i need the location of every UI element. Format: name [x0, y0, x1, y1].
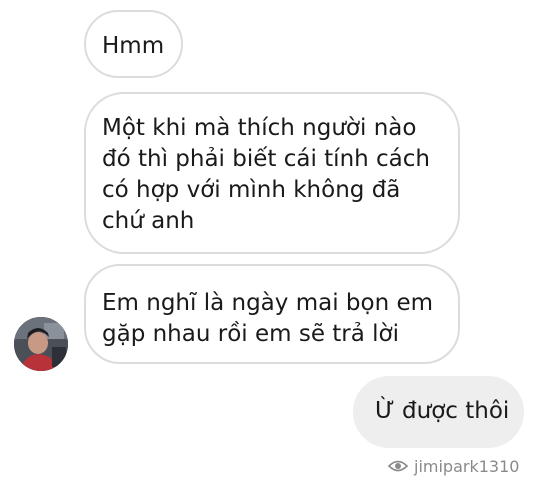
- incoming-message-bubble: Em nghĩ là ngày mai bọn em gặp nhau rồi …: [84, 264, 460, 364]
- incoming-message-bubble: Một khi mà thích người nào đó thì phải b…: [84, 92, 460, 254]
- avatar-photo: [14, 317, 68, 371]
- eye-icon: [387, 459, 409, 473]
- watermark: jimipark1310: [387, 455, 520, 477]
- incoming-message-bubble: Hmm: [84, 10, 183, 78]
- watermark-text: jimipark1310: [414, 456, 520, 476]
- outgoing-message-bubble: Ừ được thôi: [353, 376, 524, 448]
- sender-avatar[interactable]: [14, 317, 68, 371]
